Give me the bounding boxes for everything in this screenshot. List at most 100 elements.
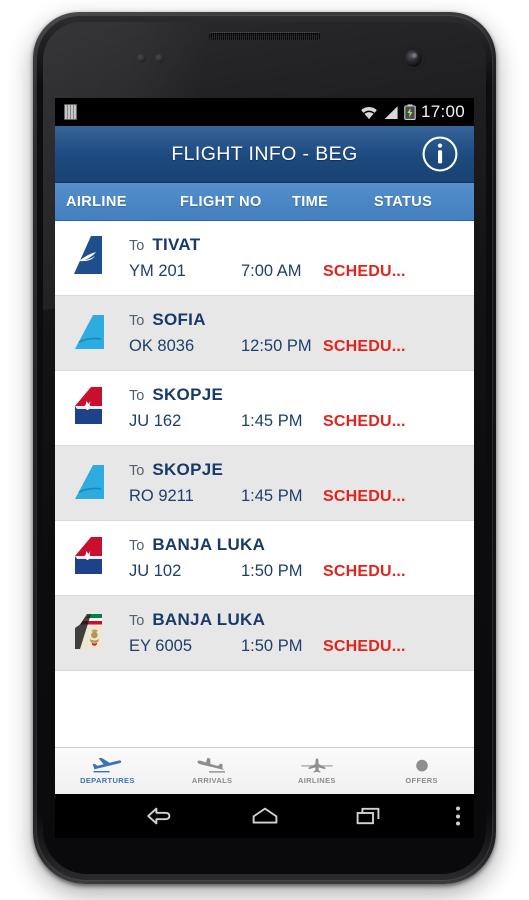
tab-label: DEPARTURES [80, 776, 135, 785]
cellular-signal-icon [384, 105, 398, 119]
airline-logo [65, 377, 129, 439]
flight-number: JU 102 [129, 562, 182, 580]
to-label: To [129, 313, 145, 329]
table-row[interactable]: To TIVAT YM 201 7:00 AM SCHEDU... [55, 221, 474, 296]
flight-details: To SKOPJE RO 9211 1:45 PM SCHEDU... [129, 460, 474, 506]
destination-label: BANJA LUKA [152, 535, 266, 554]
recents-icon [356, 807, 379, 825]
airlines-plane-icon [300, 757, 334, 774]
table-row[interactable]: To SOFIA OK 8036 12:50 PM SCHEDU... [55, 296, 474, 371]
air-serbia-tail-icon [75, 387, 102, 424]
airline-logo [65, 602, 129, 664]
tab-arrivals[interactable]: ARRIVALS [160, 748, 265, 794]
overflow-dot [456, 806, 460, 811]
nav-back-button[interactable] [107, 804, 212, 828]
status-badge: SCHEDU... [323, 263, 406, 280]
info-icon[interactable] [420, 134, 460, 174]
destination-label: TIVAT [152, 235, 201, 254]
flight-time: 1:45 PM [241, 412, 303, 430]
destination-label: SKOPJE [152, 385, 224, 404]
table-row[interactable]: To SKOPJE JU 162 1:45 PM SCHEDU... [55, 371, 474, 446]
flight-details: To BANJA LUKA EY 6005 1:50 PM SCHEDU... [129, 610, 474, 656]
flight-number: YM 201 [129, 262, 186, 280]
status-badge: SCHEDU... [323, 488, 406, 505]
status-bar: 17:00 [55, 98, 474, 126]
destination-label: BANJA LUKA [152, 610, 266, 629]
to-label: To [129, 538, 145, 554]
table-column-header: AIRLINE FLIGHT NO TIME STATUS [55, 183, 474, 221]
tarom-tail-icon [75, 465, 104, 499]
column-header-flight-no: FLIGHT NO [180, 193, 262, 210]
to-label: To [129, 238, 145, 254]
airline-logo [65, 302, 129, 364]
status-bar-right: 17:00 [360, 102, 465, 122]
table-row[interactable]: To BANJA LUKA JU 102 1:50 PM SCHEDU... [55, 521, 474, 596]
nav-home-button[interactable] [212, 804, 317, 828]
flight-details: To SOFIA OK 8036 12:50 PM SCHEDU... [129, 310, 474, 356]
tab-label: AIRLINES [297, 776, 336, 785]
airline-logo [65, 452, 129, 514]
flight-details: To BANJA LUKA JU 102 1:50 PM SCHEDU... [129, 535, 474, 581]
overflow-menu-icon[interactable] [456, 806, 460, 826]
overflow-dot [456, 821, 460, 826]
air-serbia-tail-icon [75, 537, 102, 574]
overflow-dot [456, 814, 460, 818]
flight-time: 1:50 PM [241, 562, 303, 580]
camera-glint [412, 53, 417, 58]
departures-plane-icon [92, 757, 122, 774]
status-badge: SCHEDU... [323, 338, 406, 355]
phone-screen: 17:00 FLIGHT INFO - BEG AIRLINE FLIGHT N… [55, 98, 474, 794]
table-row[interactable]: To BANJA LUKA EY 6005 1:50 PM SCHEDU... [55, 596, 474, 671]
back-icon [146, 807, 170, 825]
tab-offers[interactable]: OFFERS [369, 748, 474, 794]
destination-label: SOFIA [152, 310, 206, 329]
home-icon [252, 807, 277, 824]
light-sensor-icon [155, 54, 164, 63]
arrivals-plane-icon [197, 757, 227, 774]
table-row[interactable]: To SKOPJE RO 9211 1:45 PM SCHEDU... [55, 446, 474, 521]
page-title: FLIGHT INFO - BEG [171, 142, 358, 165]
to-label: To [129, 463, 145, 479]
nav-recents-button[interactable] [317, 804, 422, 828]
flight-number: EY 6005 [129, 637, 193, 655]
android-navigation-bar [55, 794, 474, 838]
status-badge: SCHEDU... [323, 413, 406, 430]
flight-time: 12:50 PM [241, 337, 312, 355]
proximity-sensor-icon [137, 54, 146, 63]
flight-list: To TIVAT YM 201 7:00 AM SCHEDU... To SOF… [55, 221, 474, 671]
earpiece-speaker-icon [208, 32, 321, 40]
status-badge: SCHEDU... [323, 563, 406, 580]
to-label: To [129, 613, 145, 629]
status-bar-left [64, 104, 77, 120]
wifi-icon [361, 106, 377, 119]
flight-number: RO 9211 [129, 487, 194, 505]
tab-label: OFFERS [405, 776, 438, 785]
sim-card-icon [64, 104, 77, 120]
etihad-tail-icon [75, 614, 102, 649]
flight-time: 7:00 AM [241, 262, 302, 280]
tab-airlines[interactable]: AIRLINES [265, 748, 370, 794]
flight-number: OK 8036 [129, 337, 195, 355]
status-bar-clock: 17:00 [420, 102, 465, 121]
flight-number: JU 162 [129, 412, 182, 430]
flight-time: 1:45 PM [241, 487, 303, 505]
status-badge: SCHEDU... [323, 638, 406, 655]
phone-device: 17:00 FLIGHT INFO - BEG AIRLINE FLIGHT N… [33, 12, 496, 884]
airline-logo [65, 527, 129, 589]
tab-label: ARRIVALS [191, 776, 233, 785]
battery-charging-icon [404, 104, 416, 120]
column-header-airline: AIRLINE [66, 193, 127, 210]
flight-details: To TIVAT YM 201 7:00 AM SCHEDU... [129, 235, 474, 281]
to-label: To [129, 388, 145, 404]
czech-airlines-tail-icon [75, 315, 104, 349]
bottom-tab-bar: DEPARTURES ARRIVALS AIRLINES OFFERS [55, 747, 474, 794]
montenegro-airlines-tail-icon [74, 236, 102, 274]
flight-details: To SKOPJE JU 162 1:45 PM SCHEDU... [129, 385, 474, 431]
flight-time: 1:50 PM [241, 637, 303, 655]
tab-departures[interactable]: DEPARTURES [55, 748, 160, 794]
offers-circle-icon [413, 757, 431, 774]
destination-label: SKOPJE [152, 460, 224, 479]
airline-logo [65, 227, 129, 289]
column-header-status: STATUS [374, 193, 433, 210]
column-header-time: TIME [292, 193, 329, 210]
